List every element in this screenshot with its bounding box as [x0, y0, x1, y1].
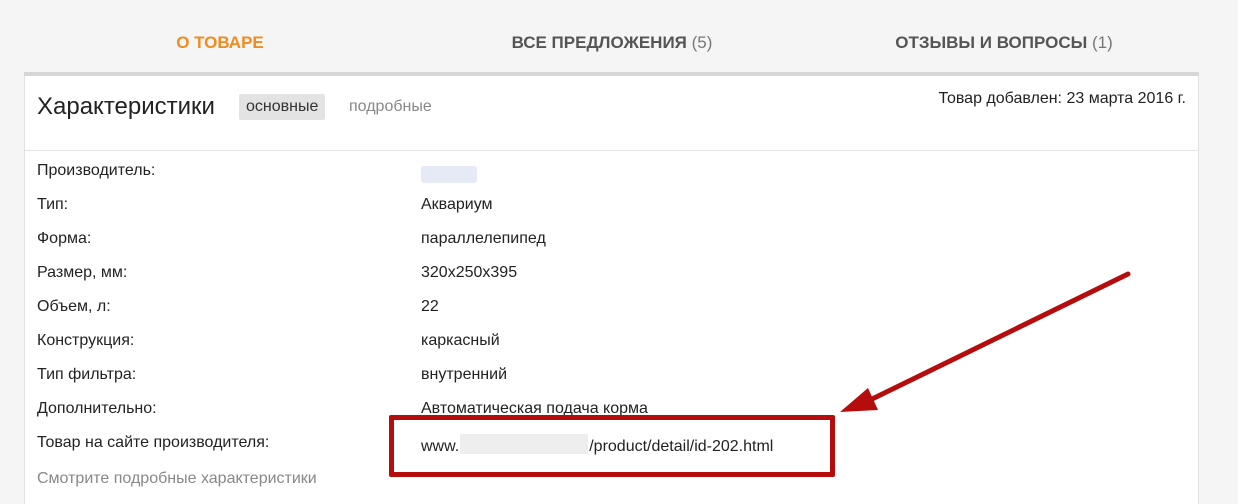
annotation-arrow	[840, 271, 1131, 412]
